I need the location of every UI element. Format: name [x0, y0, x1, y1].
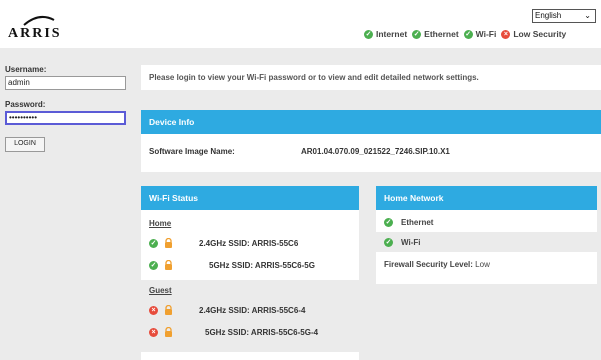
check-icon: ✓	[412, 29, 422, 39]
check-icon: ✓	[149, 238, 158, 248]
status-bar: ✓ Internet ✓ Ethernet ✓ Wi-Fi × Low Secu…	[364, 28, 571, 40]
firewall-row: Firewall Security Level: Low	[376, 252, 597, 269]
username-input[interactable]: admin	[5, 76, 126, 90]
ssid-text: 5GHz SSID: ARRIS-55C6-5G-4	[205, 327, 319, 337]
ssid-text: 2.4GHz SSID: ARRIS-55C6	[199, 238, 299, 248]
check-icon: ✓	[149, 260, 158, 270]
firewall-label: Firewall Security Level:	[384, 260, 473, 269]
home-section-title: Home	[149, 219, 172, 228]
ssid-text: 5GHz SSID: ARRIS-55C6-5G	[209, 260, 315, 270]
guest-section-title: Guest	[149, 286, 172, 295]
firewall-value: Low	[475, 260, 490, 269]
password-input[interactable]: ••••••••••	[5, 111, 126, 125]
x-icon: ×	[501, 29, 511, 39]
home-network-wifi: ✓ Wi-Fi	[376, 232, 597, 252]
logo-mark-icon	[23, 15, 55, 26]
home-network-ethernet: ✓ Ethernet	[384, 217, 434, 227]
wifi-row-home-24: ✓ 2.4GHz SSID: ARRIS-55C6	[141, 232, 359, 254]
wifi-row-guest-5: × 5GHz SSID: ARRIS-55C6-5G-4	[141, 321, 359, 343]
password-label: Password:	[5, 100, 46, 109]
lock-icon	[165, 327, 172, 337]
lock-icon	[165, 305, 172, 315]
wifi-status-panel: Wi-Fi Status Home ✓ 2.4GHz SSID: ARRIS-5…	[141, 186, 359, 360]
arris-logo[interactable]: ARRIS	[8, 14, 70, 41]
check-icon: ✓	[364, 29, 373, 39]
check-icon: ✓	[463, 29, 473, 39]
home-network-panel: Home Network ✓ Ethernet ✓ Wi-Fi Firewall…	[376, 186, 597, 284]
x-icon: ×	[149, 305, 158, 315]
check-icon: ✓	[384, 217, 393, 227]
wifi-row-guest-24: × 2.4GHz SSID: ARRIS-55C6-4	[141, 299, 359, 321]
device-info-title: Device Info	[141, 110, 601, 134]
wifi-row-home-5: ✓ 5GHz SSID: ARRIS-55C6-5G	[141, 254, 359, 276]
lock-icon	[165, 238, 172, 248]
software-image-row: Software Image Name: AR01.04.070.09_0215…	[141, 134, 601, 156]
lock-icon	[165, 260, 172, 270]
username-label: Username:	[5, 65, 47, 74]
status-internet: ✓ Internet	[364, 29, 408, 39]
ssid-text: 2.4GHz SSID: ARRIS-55C6-4	[199, 305, 306, 315]
check-icon: ✓	[384, 237, 393, 247]
status-ethernet: ✓ Ethernet	[412, 29, 459, 39]
login-sidebar: Username: admin Password: •••••••••• LOG…	[0, 48, 135, 360]
status-wifi: ✓ Wi-Fi	[463, 29, 497, 39]
device-info-panel: Device Info Software Image Name: AR01.04…	[141, 110, 601, 172]
language-select[interactable]: English ⌄	[532, 9, 596, 23]
guest-section: Guest × 2.4GHz SSID: ARRIS-55C6-4 × 5GHz…	[141, 280, 359, 352]
chevron-down-icon: ⌄	[584, 11, 591, 20]
status-security: × Low Security	[501, 29, 566, 39]
login-notice: Please login to view your Wi-Fi password…	[141, 65, 601, 90]
header: ARRIS English ⌄ ✓ Internet ✓ Ethernet ✓ …	[0, 0, 601, 48]
home-network-title: Home Network	[376, 186, 597, 210]
software-label: Software Image Name:	[149, 147, 235, 156]
language-selected: English	[535, 11, 562, 20]
software-value: AR01.04.070.09_021522_7246.SIP.10.X1	[301, 147, 450, 156]
wifi-status-title: Wi-Fi Status	[141, 186, 359, 210]
logo-text: ARRIS	[8, 26, 62, 41]
x-icon: ×	[149, 327, 158, 337]
login-button[interactable]: LOGIN	[5, 137, 45, 152]
